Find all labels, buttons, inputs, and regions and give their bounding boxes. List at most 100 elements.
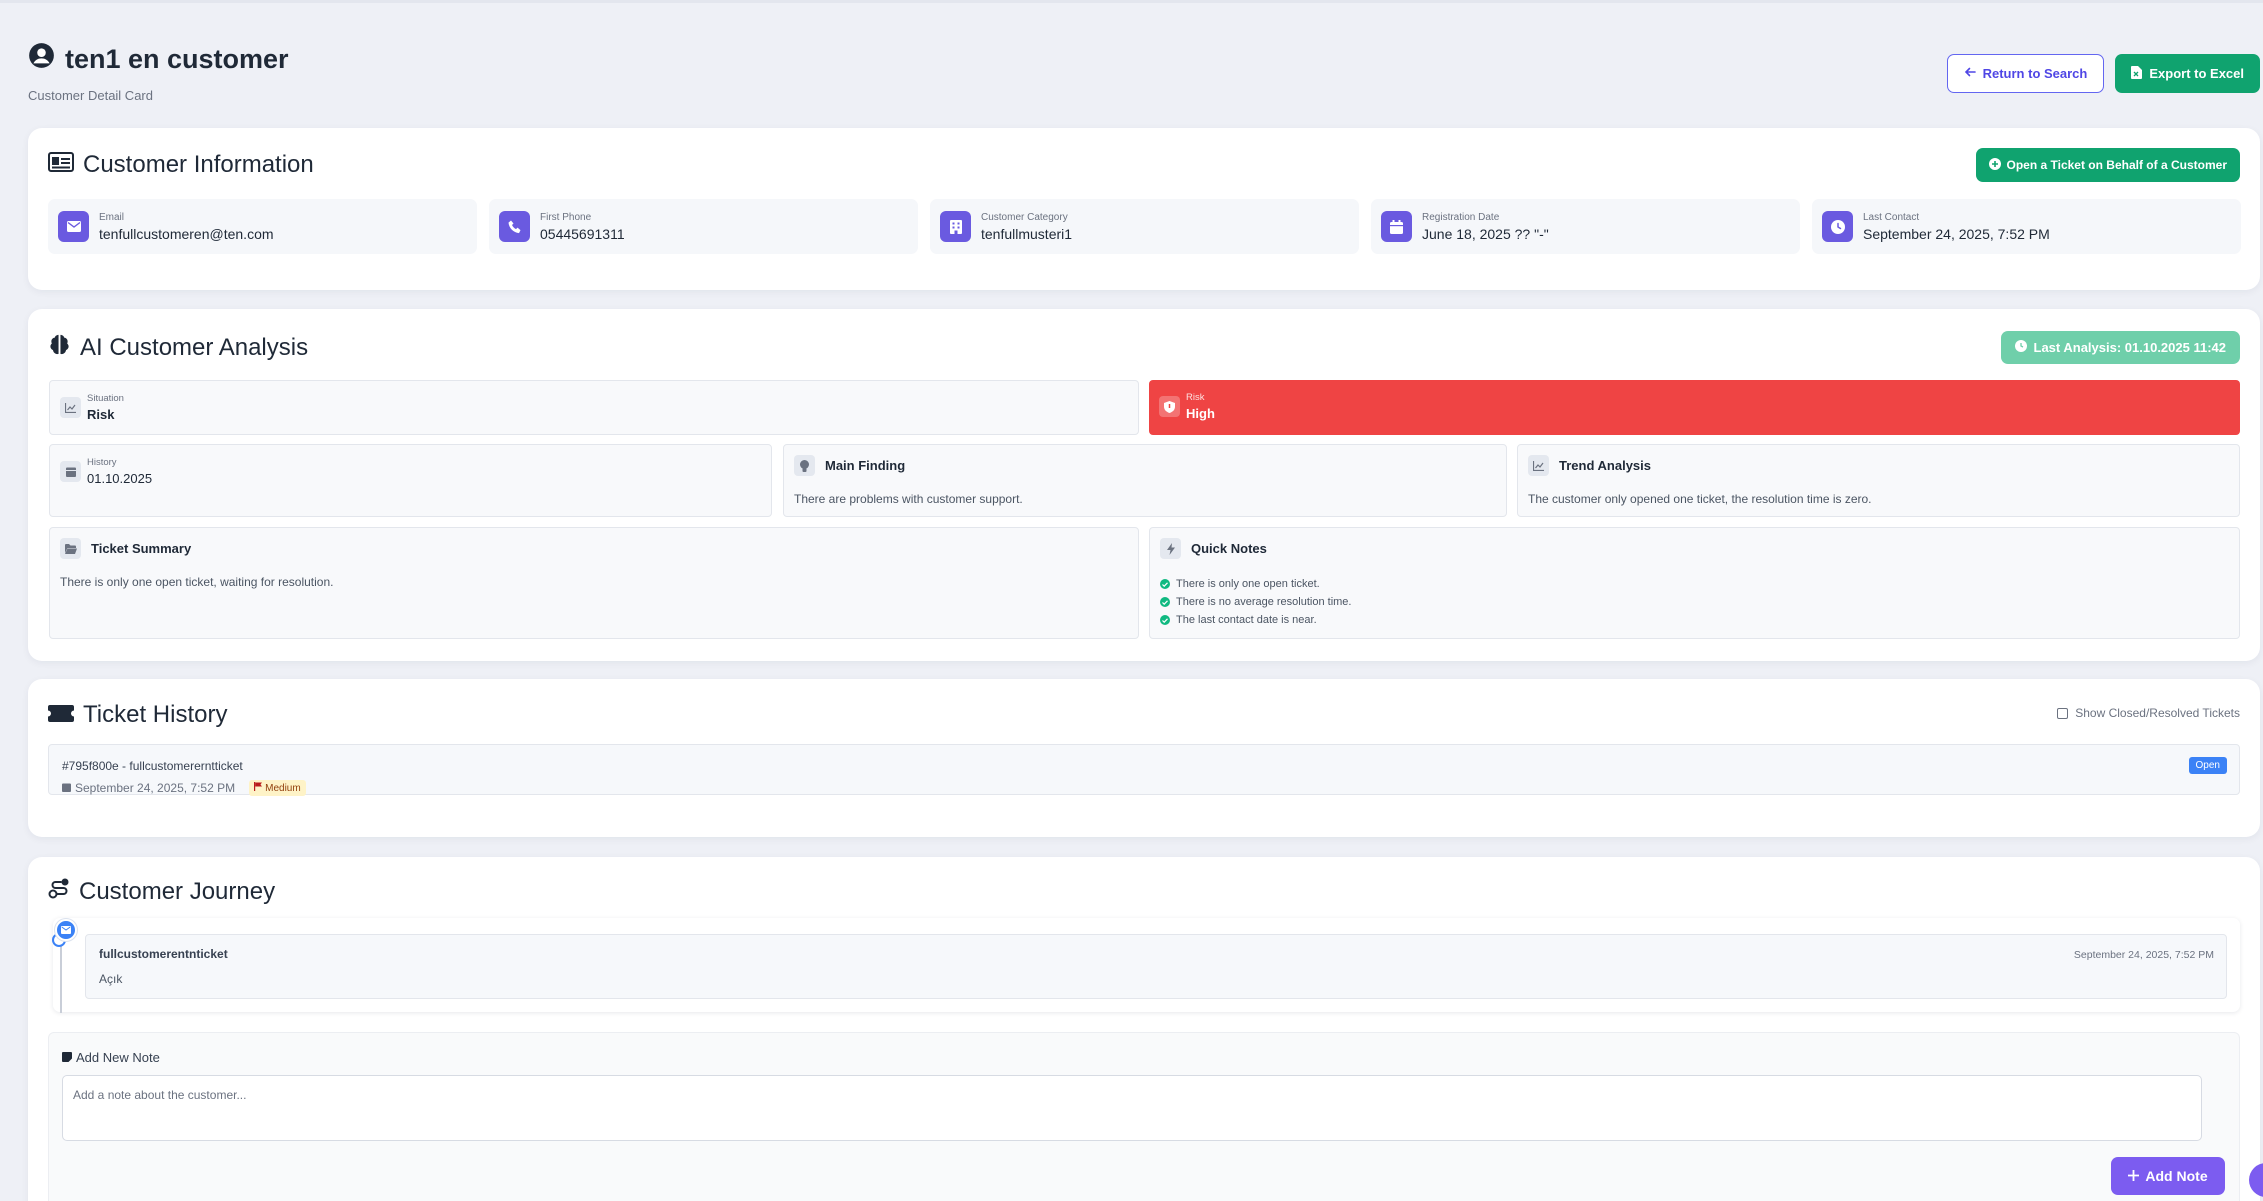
info-value: 05445691311 <box>540 225 625 242</box>
trend-analysis-text: The customer only opened one ticket, the… <box>1528 492 1872 506</box>
trend-analysis-box: Trend Analysis The customer only opened … <box>1517 444 2240 517</box>
check-circle-icon <box>1160 615 1170 625</box>
id-card-icon <box>48 151 74 179</box>
info-label: Email <box>99 211 125 223</box>
page-subtitle: Customer Detail Card <box>28 88 153 103</box>
add-note-label: Add Note <box>2145 1168 2208 1184</box>
return-to-search-button[interactable]: Return to Search <box>1946 54 2105 93</box>
ticket-meta: September 24, 2025, 7:52 PM Medium <box>62 780 306 796</box>
show-closed-label: Show Closed/Resolved Tickets <box>2075 706 2240 720</box>
arrow-left-icon <box>1964 66 1976 81</box>
show-closed-toggle[interactable]: Show Closed/Resolved Tickets <box>2057 706 2240 720</box>
customer-information-title: Customer Information <box>48 151 314 179</box>
phone-icon <box>499 211 530 242</box>
situation-label: Situation <box>87 393 124 404</box>
ticket-title: #795f800e - fullcustomererntticket <box>62 759 243 773</box>
plus-circle-icon <box>1988 157 2001 173</box>
header-actions: Return to Search Export to Excel <box>1946 54 2260 93</box>
trend-analysis-header: Trend Analysis <box>1528 455 1651 476</box>
list-item: There is only one open ticket. <box>1160 578 1351 590</box>
ai-analysis-heading: AI Customer Analysis <box>80 334 309 361</box>
list-item: The last contact date is near. <box>1160 614 1351 626</box>
add-note-button[interactable]: Add Note <box>2111 1157 2225 1195</box>
info-last-contact: Last Contact September 24, 2025, 7:52 PM <box>1812 199 2241 254</box>
main-finding-box: Main Finding There are problems with cus… <box>783 444 1507 517</box>
lightbulb-icon <box>794 455 815 476</box>
customer-information-card: Customer Information Open a Ticket on Be… <box>28 128 2260 290</box>
info-value: tenfullcustomeren@ten.com <box>99 225 274 242</box>
flag-icon <box>254 782 263 794</box>
check-circle-icon <box>1160 579 1170 589</box>
info-value: June 18, 2025 ?? "-" <box>1422 225 1549 242</box>
table-row[interactable]: #795f800e - fullcustomererntticket Septe… <box>48 744 2240 796</box>
situation-box: Situation Risk <box>49 380 1139 435</box>
ticket-date-wrap: September 24, 2025, 7:52 PM <box>62 781 235 795</box>
info-first-phone: First Phone 05445691311 <box>489 199 918 254</box>
customer-journey-card: Customer Journey fullcustomerentnticket … <box>28 857 2260 1201</box>
quick-notes-box: Quick Notes There is only one open ticke… <box>1149 527 2240 639</box>
ticket-summary-text: There is only one open ticket, waiting f… <box>60 575 334 589</box>
add-note-heading: Add New Note <box>76 1050 160 1065</box>
info-customer-category: Customer Category tenfullmusteri1 <box>930 199 1359 254</box>
info-label: Registration Date <box>1422 211 1500 223</box>
check-circle-icon <box>1160 597 1170 607</box>
ticket-date: September 24, 2025, 7:52 PM <box>75 781 236 795</box>
chart-line-icon <box>60 397 81 418</box>
shield-icon <box>1159 396 1180 417</box>
quick-note-text: There is only one open ticket. <box>1176 578 1320 590</box>
calendar-icon <box>60 461 81 482</box>
ticket-icon <box>48 701 74 729</box>
customer-name: ten1 en customer <box>65 43 289 74</box>
customer-journey-title: Customer Journey <box>48 877 275 906</box>
history-value: 01.10.2025 <box>87 471 153 486</box>
bolt-icon <box>1160 538 1181 559</box>
quick-notes-title: Quick Notes <box>1191 541 1267 556</box>
last-analysis-label: Last Analysis: 01.10.2025 11:42 <box>2033 340 2226 355</box>
customer-journey-heading: Customer Journey <box>79 877 276 905</box>
info-value: September 24, 2025, 7:52 PM <box>1863 225 2050 242</box>
situation-value: Risk <box>87 407 115 422</box>
main-finding-text: There are problems with customer support… <box>794 492 1023 506</box>
risk-box: Risk High <box>1149 380 2240 435</box>
last-analysis-badge: Last Analysis: 01.10.2025 11:42 <box>2000 331 2240 364</box>
add-note-title: Add New Note <box>62 1050 160 1065</box>
ticket-history-title: Ticket History <box>48 701 227 729</box>
user-circle-icon <box>28 42 55 76</box>
info-label: Customer Category <box>981 211 1068 223</box>
checkbox[interactable] <box>2057 707 2069 719</box>
journey-ticket-name: fullcustomerentnticket <box>99 947 228 961</box>
customer-information-heading: Customer Information <box>83 151 314 178</box>
file-excel-icon <box>2131 65 2143 82</box>
open-ticket-on-behalf-button[interactable]: Open a Ticket on Behalf of a Customer <box>1975 148 2240 182</box>
envelope-icon <box>58 211 89 242</box>
quick-note-text: The last contact date is near. <box>1176 614 1317 626</box>
history-label: History <box>87 457 117 468</box>
note-textarea[interactable] <box>62 1075 2202 1141</box>
journey-date: September 24, 2025, 7:52 PM <box>2073 949 2214 961</box>
trend-analysis-title: Trend Analysis <box>1559 458 1651 473</box>
plus-icon <box>2128 1168 2140 1184</box>
chart-line-icon <box>1528 455 1549 476</box>
status-badge: Open <box>2188 757 2227 774</box>
calendar-icon <box>62 781 71 795</box>
ticket-history-card: Ticket History Show Closed/Resolved Tick… <box>28 679 2260 837</box>
clock-icon <box>1822 211 1853 242</box>
calendar-icon <box>1381 211 1412 242</box>
list-item: There is no average resolution time. <box>1160 596 1351 608</box>
building-icon <box>940 211 971 242</box>
ticket-history-heading: Ticket History <box>83 701 228 728</box>
ticket-summary-box: Ticket Summary There is only one open ti… <box>49 527 1139 639</box>
info-registration-date: Registration Date June 18, 2025 ?? "-" <box>1371 199 1800 254</box>
export-to-excel-button[interactable]: Export to Excel <box>2115 54 2260 93</box>
route-icon <box>48 877 70 906</box>
top-border <box>0 0 2263 3</box>
main-finding-title: Main Finding <box>825 458 906 473</box>
quick-note-text: There is no average resolution time. <box>1176 596 1352 608</box>
journey-status: Açık <box>99 972 123 986</box>
page-title: ten1 en customer <box>28 42 289 76</box>
ticket-summary-title: Ticket Summary <box>91 541 192 556</box>
brain-icon <box>48 333 71 363</box>
open-ticket-on-behalf-label: Open a Ticket on Behalf of a Customer <box>2006 158 2228 172</box>
list-item: fullcustomerentnticket September 24, 202… <box>85 934 2227 999</box>
return-to-search-label: Return to Search <box>1982 66 2088 81</box>
